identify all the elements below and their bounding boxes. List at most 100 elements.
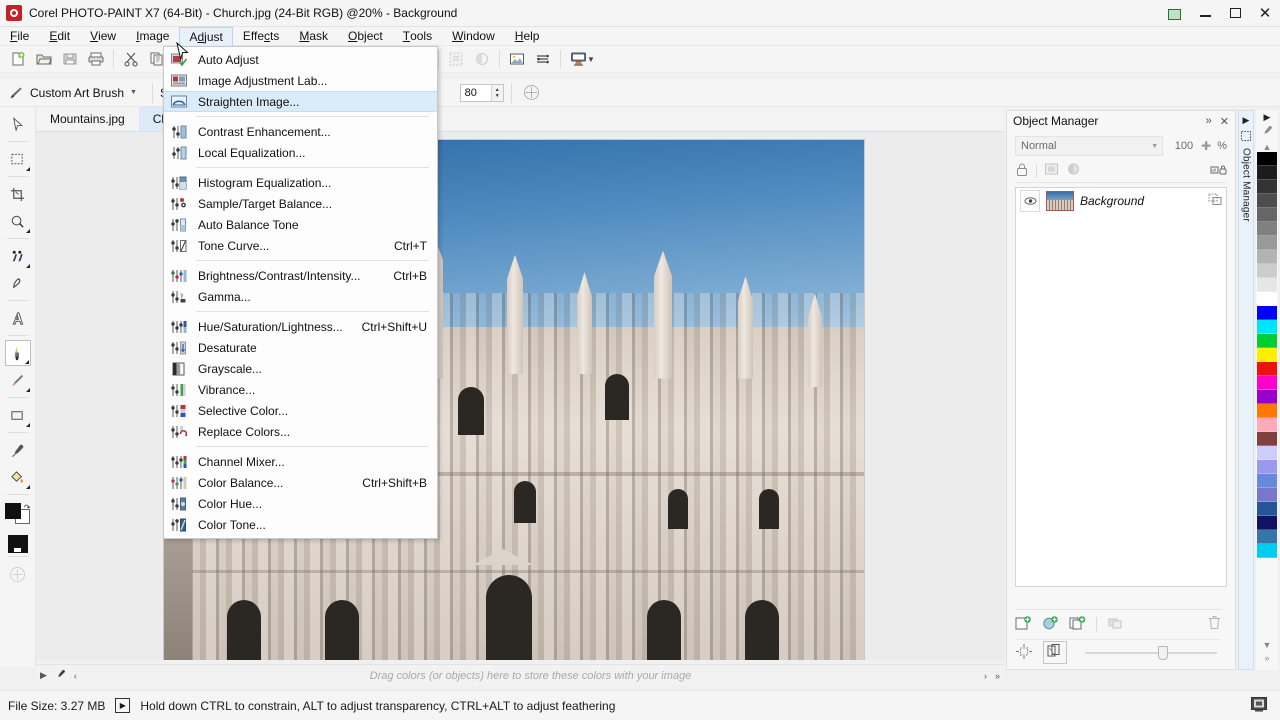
- menu-item-selective-color[interactable]: Selective Color...: [164, 400, 437, 421]
- new-object-icon[interactable]: [1015, 615, 1032, 634]
- flyout-arrow-icon[interactable]: [25, 388, 30, 392]
- docker-vertical-tab[interactable]: ▶ Object Manager: [1238, 110, 1254, 670]
- colorbar-scroll-right-icon[interactable]: ›: [980, 671, 991, 681]
- menu-item-image-adjustment-lab[interactable]: Image Adjustment Lab...: [164, 70, 437, 91]
- object-list-item-background[interactable]: Background: [1016, 188, 1226, 214]
- menu-item-auto-balance-tone[interactable]: Auto Balance Tone: [164, 214, 437, 235]
- menu-tools[interactable]: Tools: [393, 27, 442, 46]
- nib-size-input[interactable]: 80 ▲ ▼: [459, 83, 504, 102]
- menu-file[interactable]: File: [0, 27, 39, 46]
- palette-swatch[interactable]: [1257, 474, 1277, 488]
- lock-transparency-icon[interactable]: [1015, 162, 1029, 180]
- palette-swatch[interactable]: [1257, 376, 1277, 390]
- menu-item-vibrance[interactable]: Vibrance...: [164, 379, 437, 400]
- palette-swatch[interactable]: [1257, 236, 1277, 250]
- palette-swatch[interactable]: [1257, 292, 1277, 306]
- flyout-arrow-icon[interactable]: [25, 485, 30, 489]
- chevron-down-icon[interactable]: ▼: [130, 89, 137, 96]
- palette-scroll-up-icon[interactable]: ▲: [1263, 142, 1272, 152]
- application-launcher-icon[interactable]: [565, 47, 591, 71]
- palette-swatch[interactable]: [1257, 334, 1277, 348]
- align-objects-icon[interactable]: [1015, 643, 1033, 663]
- palette-swatch[interactable]: [1257, 418, 1277, 432]
- colorbar-scroll-left-icon[interactable]: ‹: [70, 671, 81, 681]
- menu-item-histogram-equalization[interactable]: Histogram Equalization...: [164, 172, 437, 193]
- flyout-arrow-icon[interactable]: [25, 423, 30, 427]
- palette-swatch[interactable]: [1257, 278, 1277, 292]
- add-nib-icon[interactable]: [519, 81, 545, 105]
- fill-swatch[interactable]: [7, 535, 28, 553]
- menu-item-brightness-contrast-intensity[interactable]: Brightness/Contrast/Intensity... Ctrl+B: [164, 265, 437, 286]
- statusbar-preview-icon[interactable]: [1250, 696, 1268, 716]
- eyedropper-icon[interactable]: [51, 669, 70, 682]
- opacity-slider-icon[interactable]: ✚: [1197, 139, 1215, 153]
- colorbar-more-icon[interactable]: »: [991, 671, 1004, 681]
- menu-item-sample-target-balance[interactable]: Sample/Target Balance...: [164, 193, 437, 214]
- eraser-tool[interactable]: [5, 270, 31, 296]
- blend-mode-select[interactable]: Normal ▼: [1015, 136, 1164, 156]
- minimize-window-button[interactable]: [1190, 0, 1220, 27]
- menu-mask[interactable]: Mask: [289, 27, 338, 46]
- paint-tool[interactable]: [4, 340, 31, 366]
- palette-expand-icon[interactable]: ▶: [1264, 112, 1271, 123]
- object-list[interactable]: Background: [1015, 187, 1227, 587]
- menu-window[interactable]: Window: [442, 27, 505, 46]
- palette-swatch[interactable]: [1257, 404, 1277, 418]
- print-icon[interactable]: [83, 47, 109, 71]
- object-properties-icon[interactable]: [1208, 193, 1222, 209]
- menu-image[interactable]: Image: [126, 27, 179, 46]
- new-lens-icon[interactable]: [1042, 615, 1059, 634]
- save-icon[interactable]: [57, 47, 83, 71]
- object-mask-icon[interactable]: [1044, 162, 1059, 179]
- menu-item-contrast-enhancement[interactable]: Contrast Enhancement...: [164, 121, 437, 142]
- palette-swatch[interactable]: [1257, 530, 1277, 544]
- docker-expand-icon[interactable]: ▶: [1243, 115, 1250, 126]
- menu-item-straighten-image[interactable]: Straighten Image...: [164, 91, 437, 112]
- menu-item-hue-saturation-lightness[interactable]: Hue/Saturation/Lightness... Ctrl+Shift+U: [164, 316, 437, 337]
- restore-window-button[interactable]: [1160, 0, 1190, 27]
- menu-item-replace-colors[interactable]: Replace Colors...: [164, 421, 437, 442]
- menu-item-color-tone[interactable]: Color Tone...: [164, 514, 437, 535]
- layers-icon[interactable]: [530, 47, 556, 71]
- quick-customize-button[interactable]: [5, 561, 31, 587]
- menu-item-grayscale[interactable]: Grayscale...: [164, 358, 437, 379]
- menu-view[interactable]: View: [80, 27, 126, 46]
- rectangle-shape-tool[interactable]: [5, 402, 31, 428]
- statusbar-expand-icon[interactable]: ▶: [115, 698, 131, 713]
- swap-colors-icon[interactable]: ↷: [24, 503, 31, 512]
- palette-swatch[interactable]: [1257, 208, 1277, 222]
- palette-swatch[interactable]: [1257, 306, 1277, 320]
- flyout-arrow-icon[interactable]: [25, 229, 30, 233]
- palette-swatch[interactable]: [1257, 516, 1277, 530]
- clip-mask-icon[interactable]: [1066, 162, 1081, 179]
- palette-swatch[interactable]: [1257, 446, 1277, 460]
- opacity-value[interactable]: 100: [1163, 140, 1197, 152]
- palette-scroll-down-icon[interactable]: ▼: [1263, 640, 1272, 650]
- adjust-dropdown-menu[interactable]: Auto Adjust Image Adjustment Lab... Straig…: [163, 46, 438, 539]
- object-order-slider[interactable]: [1085, 645, 1217, 660]
- text-tool[interactable]: [5, 305, 31, 331]
- menu-item-color-balance[interactable]: Color Balance... Ctrl+Shift+B: [164, 472, 437, 493]
- menu-item-auto-adjust[interactable]: Auto Adjust: [164, 49, 437, 70]
- palette-swatch[interactable]: [1257, 544, 1277, 558]
- menu-effects[interactable]: Effe c ts: [233, 27, 289, 46]
- image-color-bar[interactable]: ▶ ‹ Drag colors (or objects) here to sto…: [36, 664, 1004, 686]
- cut-icon[interactable]: [118, 47, 144, 71]
- flyout-arrow-icon[interactable]: [25, 167, 30, 171]
- chevron-down-icon[interactable]: ▼: [1151, 143, 1162, 150]
- color-swatches[interactable]: ↷: [4, 503, 31, 529]
- flyout-arrow-icon[interactable]: [25, 264, 30, 268]
- foreground-color-swatch[interactable]: [4, 503, 21, 519]
- nib-size-stepper[interactable]: ▲ ▼: [490, 84, 503, 101]
- effect-tool[interactable]: [5, 367, 31, 393]
- duplicate-object-icon[interactable]: [1069, 615, 1086, 634]
- combine-objects-icon[interactable]: [1107, 615, 1124, 634]
- menu-item-local-equalization[interactable]: Local Equalization...: [164, 142, 437, 163]
- menu-edit[interactable]: Edit: [39, 27, 80, 46]
- menu-object[interactable]: Object: [338, 27, 393, 46]
- flyout-arrow-icon[interactable]: [24, 360, 29, 364]
- crop-tool[interactable]: [5, 181, 31, 207]
- eyedropper-tool[interactable]: [5, 437, 31, 463]
- clone-tool[interactable]: [5, 243, 31, 269]
- palette-more-icon[interactable]: »: [1264, 653, 1269, 663]
